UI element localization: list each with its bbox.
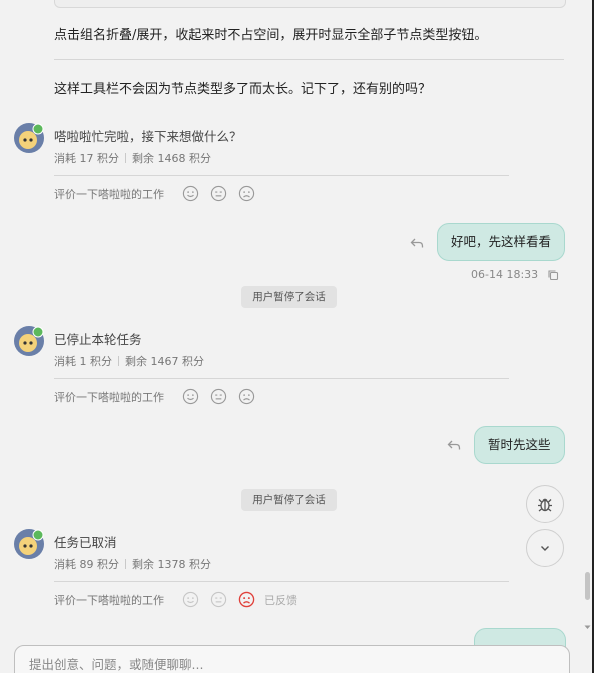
rating-row: 评价一下嗒啦啦的工作 已反馈: [54, 591, 297, 608]
session-paused-notice: 用户暂停了会话: [241, 489, 337, 511]
assistant-avatar: [14, 529, 44, 559]
reply-icon[interactable]: [447, 438, 461, 452]
credit-remaining: 剩余 1378 积分: [132, 558, 211, 571]
assistant-avatar: [14, 123, 44, 153]
credit-usage: 消耗 89 积分 剩余 1378 积分: [54, 556, 211, 572]
rating-row: 评价一下嗒啦啦的工作: [54, 185, 255, 202]
user-message-bubble: 暂时先这些: [474, 426, 565, 464]
bug-icon: [538, 498, 552, 512]
rating-row: 评价一下嗒啦啦的工作: [54, 388, 255, 405]
avatar-icon: [14, 123, 44, 153]
message-timestamp: 06-14 18:33: [471, 268, 539, 281]
divider: [54, 581, 509, 582]
assistant-message: 嗒啦啦忙完啦，接下来想做什么？: [54, 129, 242, 144]
assistant-avatar: [14, 326, 44, 356]
chat-panel: 点击组名折叠/展开，收起来时不占空间，展开时显示全部子节点类型按钮。 这样工具栏…: [0, 0, 580, 673]
scrollbar-thumb[interactable]: [585, 572, 590, 600]
assistant-text-line: 点击组名折叠/展开，收起来时不占空间，展开时显示全部子节点类型按钮。: [54, 28, 488, 43]
rating-prompt: 评价一下嗒啦啦的工作: [54, 390, 164, 404]
scroll-down-arrow-icon[interactable]: [584, 624, 591, 631]
previous-card-edge: [54, 0, 566, 8]
scroll-to-bottom-button[interactable]: [526, 529, 564, 567]
neutral-face-icon[interactable]: [210, 591, 227, 608]
credit-usage: 消耗 17 积分 剩余 1468 积分: [54, 150, 211, 166]
bug-report-button[interactable]: [526, 485, 564, 523]
copy-icon[interactable]: [547, 269, 559, 281]
avatar-icon: [14, 326, 44, 356]
divider: [54, 175, 509, 176]
sad-face-icon[interactable]: [238, 185, 255, 202]
chat-input[interactable]: [27, 656, 551, 673]
reply-icon[interactable]: [410, 236, 424, 250]
assistant-message: 任务已取消: [54, 535, 117, 550]
divider: [54, 378, 509, 379]
smile-face-icon[interactable]: [182, 185, 199, 202]
session-paused-notice: 用户暂停了会话: [241, 286, 337, 308]
rating-prompt: 评价一下嗒啦啦的工作: [54, 593, 164, 607]
message-composer: [14, 645, 570, 673]
rating-prompt: 评价一下嗒啦啦的工作: [54, 187, 164, 201]
credit-cost: 消耗 1 积分: [54, 355, 112, 368]
sad-face-icon[interactable]: [238, 388, 255, 405]
neutral-face-icon[interactable]: [210, 388, 227, 405]
feedback-status: 已反馈: [264, 593, 297, 607]
neutral-face-icon[interactable]: [210, 185, 227, 202]
smile-face-icon[interactable]: [182, 591, 199, 608]
assistant-message: 已停止本轮任务: [54, 332, 142, 347]
chevron-down-icon: [541, 546, 549, 551]
sad-face-icon-selected[interactable]: [238, 591, 255, 608]
assistant-text-line: 这样工具栏不会因为节点类型多了而太长。记下了，还有别的吗？: [54, 82, 432, 97]
user-message-bubble: 好吧，先这样看看: [437, 223, 566, 261]
credit-usage: 消耗 1 积分 剩余 1467 积分: [54, 353, 204, 369]
credit-cost: 消耗 17 积分: [54, 152, 119, 165]
credit-remaining: 剩余 1467 积分: [125, 355, 204, 368]
avatar-icon: [14, 529, 44, 559]
smile-face-icon[interactable]: [182, 388, 199, 405]
credit-remaining: 剩余 1468 积分: [132, 152, 211, 165]
divider: [54, 59, 564, 60]
credit-cost: 消耗 89 积分: [54, 558, 119, 571]
